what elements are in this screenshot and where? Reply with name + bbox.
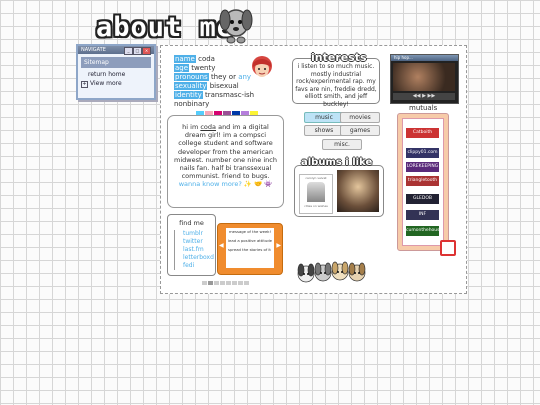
value-age: twenty <box>191 64 216 72</box>
page-dot[interactable] <box>232 281 237 285</box>
find-me-box: find me tumblr twitter last.fm letterbox… <box>167 214 216 276</box>
value-identity: transmasc-ish <box>204 91 255 99</box>
value-name: coda <box>198 55 215 63</box>
pride-flags <box>196 101 259 116</box>
message-box: ◀ ▶ message of the week! lead a positive… <box>217 223 283 275</box>
mutual-button[interactable]: clippy01.com <box>406 148 439 158</box>
page-dot[interactable] <box>220 281 225 285</box>
label-identity: identity <box>174 91 203 99</box>
sitemap-label[interactable]: Sitemap <box>81 57 151 68</box>
page-title: about me <box>96 12 235 43</box>
letterboxd-link[interactable]: letterboxd <box>175 254 215 262</box>
games-button[interactable]: games <box>340 125 380 136</box>
shows-button[interactable]: shows <box>304 125 344 136</box>
label-age: age <box>174 64 190 72</box>
fedi-link[interactable]: fedi <box>175 262 215 270</box>
mutual-button[interactable]: LOREKEEPING <box>406 162 439 172</box>
mutual-button[interactable]: triangletooth <box>406 176 439 186</box>
movies-button[interactable]: movies <box>340 112 380 123</box>
value-pronouns: they or <box>210 73 239 81</box>
page-dot[interactable] <box>238 281 243 285</box>
album-cover-2[interactable] <box>337 170 379 212</box>
mutual-button[interactable]: cumonthehouse <box>406 226 439 236</box>
page-dot[interactable] <box>214 281 219 285</box>
bio-text: and im a digital dream girl! im a compsc… <box>174 123 277 181</box>
maximize-icon[interactable]: □ <box>133 47 142 55</box>
player-titlebar: hip hop... <box>391 55 458 61</box>
arrow-right-icon[interactable]: ▶ <box>276 242 281 249</box>
close-icon[interactable]: × <box>142 47 151 55</box>
bio-emoji: ✨ 🤝 👾 <box>243 180 273 189</box>
label-sexuality: sexuality <box>174 82 208 90</box>
find-me-title: find me <box>179 219 204 227</box>
page-dot-active[interactable] <box>208 281 213 285</box>
mutuals-title: mutuals <box>409 104 438 112</box>
mutual-button[interactable]: GLEDOB <box>406 194 439 204</box>
misc-button[interactable]: misc. <box>322 139 362 150</box>
lastfm-link[interactable]: last.fm <box>175 246 215 254</box>
page-dot[interactable] <box>244 281 249 285</box>
mutual-button[interactable]: Catboith <box>406 128 439 138</box>
arrow-left-icon[interactable]: ◀ <box>219 242 224 249</box>
bio-card: hi im coda and im a digital dream girl! … <box>167 115 284 208</box>
dog-plushies-image <box>297 261 366 283</box>
bio-more-link[interactable]: wanna know more? <box>179 180 242 188</box>
avatar <box>252 56 272 77</box>
minimize-icon[interactable]: _ <box>124 47 133 55</box>
player-controls[interactable]: ◀◀ ▶ ▶▶ <box>393 93 455 100</box>
message-content: message of the week! lead a positive att… <box>226 228 274 268</box>
label-name: name <box>174 55 196 63</box>
navigate-window[interactable]: NAVIGATE _ □ × Sitemap return home + View… <box>76 44 156 100</box>
mutual-button[interactable]: INF <box>406 210 439 220</box>
dog-head-icon <box>219 9 253 44</box>
bio-pre: hi im <box>182 123 201 131</box>
twitter-link[interactable]: twitter <box>175 238 215 246</box>
navigate-title: NAVIGATE <box>81 47 106 53</box>
interests-box: i listen to so much music. mostly indust… <box>292 58 380 108</box>
player-artwork <box>393 63 455 91</box>
interests-title: interests <box>311 51 367 64</box>
tumblr-link[interactable]: tumblr <box>175 230 215 238</box>
label-pronouns: pronouns <box>174 73 209 81</box>
stamp-icon <box>440 240 456 256</box>
interests-text: i listen to so much music. mostly indust… <box>295 63 377 108</box>
value-sexuality: bisexual <box>209 82 239 90</box>
page-dot[interactable] <box>202 281 207 285</box>
albums-title: albums i like <box>301 157 373 168</box>
navigate-titlebar[interactable]: NAVIGATE _ □ × <box>78 46 154 55</box>
return-home-link[interactable]: return home <box>78 70 154 79</box>
bio-name: coda <box>200 123 217 131</box>
mutuals-box: Catboith clippy01.com LOREKEEPING triang… <box>397 113 456 256</box>
albums-box: carolyn velvet cities on wishes <box>294 165 384 217</box>
page-dot[interactable] <box>226 281 231 285</box>
view-more-link[interactable]: + View more <box>78 79 154 88</box>
music-player[interactable]: hip hop... ◀◀ ▶ ▶▶ <box>390 54 459 104</box>
album-cover-1[interactable]: carolyn velvet cities on wishes <box>299 174 333 214</box>
music-button[interactable]: music <box>304 112 344 123</box>
expand-plus-icon: + <box>81 81 88 88</box>
